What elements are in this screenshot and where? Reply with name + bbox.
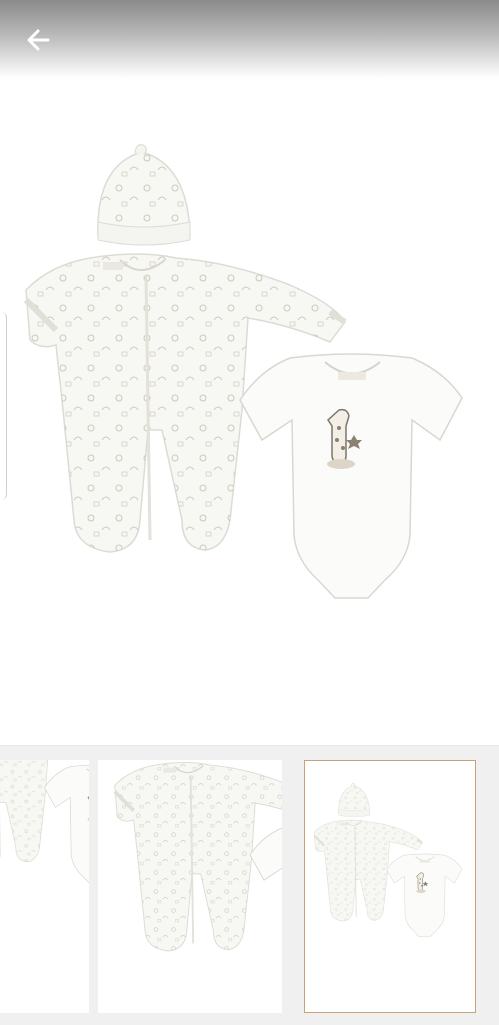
bodysuit-image [239,353,463,599]
hat-image [97,143,191,246]
thumbnail-3-selected[interactable] [304,760,476,1013]
product-photo [0,143,463,599]
thumbnail-1[interactable] [0,760,89,1013]
thumbnail-3-image [313,782,463,938]
top-bar [0,0,499,78]
arrow-left-icon [27,29,50,51]
thumbnail-strip [0,745,499,1025]
product-main-image[interactable] [0,78,499,740]
thumbnail-2-image [112,760,282,981]
thumbnail-2[interactable] [98,760,282,1013]
thumbnail-1-image [0,760,89,887]
back-button[interactable] [18,20,58,60]
